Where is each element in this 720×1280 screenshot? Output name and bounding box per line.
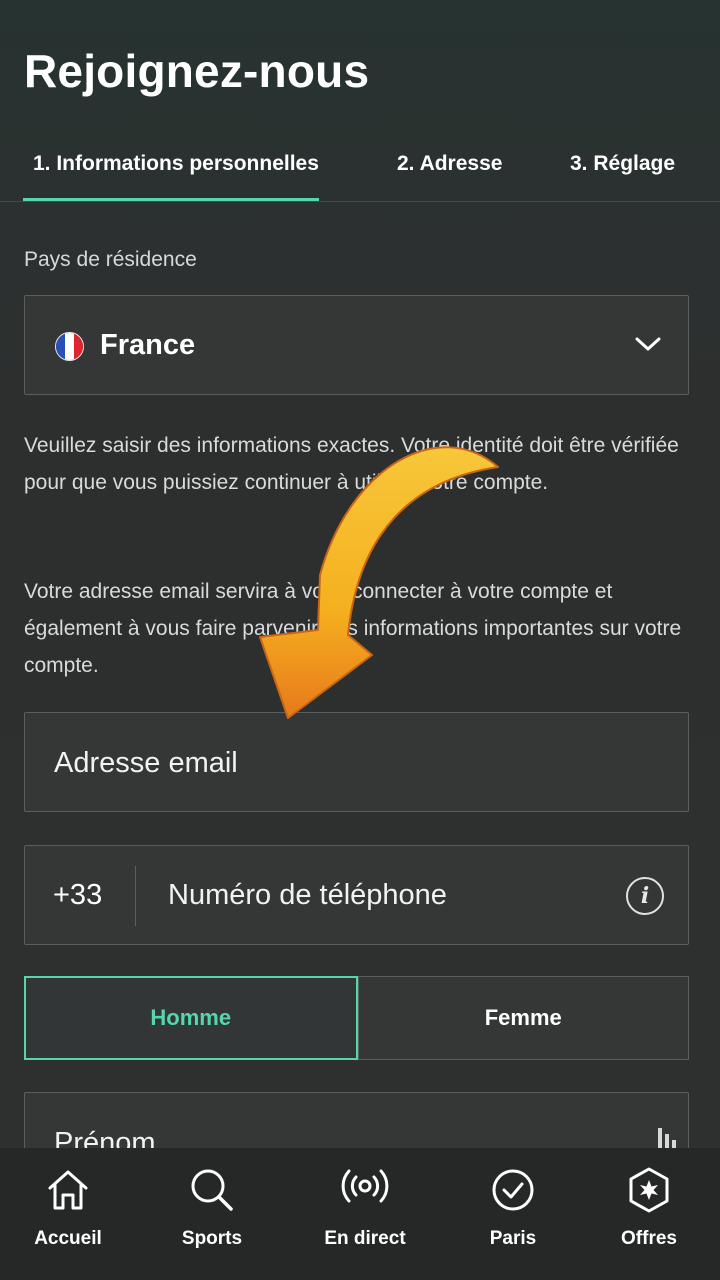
country-value: France (100, 329, 196, 361)
nav-item-offres[interactable]: Offres (584, 1148, 714, 1280)
info-paragraph-email: Votre adresse email servira à vous conne… (24, 580, 682, 677)
email-field[interactable]: Adresse email (24, 712, 689, 812)
gender-option-femme[interactable]: Femme (357, 977, 689, 1059)
country-select[interactable]: France (24, 295, 689, 395)
live-broadcast-icon (341, 1169, 389, 1203)
tab-settings[interactable]: 3. Réglage (570, 152, 675, 176)
nav-label-en-direct: En direct (324, 1228, 406, 1249)
phone-country-code[interactable]: +33 (53, 879, 102, 912)
phone-placeholder: Numéro de téléphone (168, 879, 447, 911)
bottom-navigation: Accueil Sports En direct Paris Offres (0, 1148, 720, 1280)
info-icon[interactable]: i (626, 877, 664, 915)
nav-item-paris[interactable]: Paris (448, 1148, 578, 1280)
phone-divider (135, 866, 136, 926)
tab-personal-info[interactable]: 1. Informations personnelles (23, 152, 319, 201)
nav-label-sports: Sports (181, 1228, 243, 1249)
tab-address[interactable]: 2. Adresse (397, 152, 502, 176)
search-icon (191, 1169, 233, 1211)
france-flag-icon (55, 332, 84, 361)
nav-item-sports[interactable]: Sports (147, 1148, 277, 1280)
info-paragraph-identity: Veuillez saisir des informations exactes… (24, 434, 679, 494)
page-title: Rejoignez-nous (24, 45, 370, 97)
home-icon (48, 1170, 88, 1210)
signup-screen: Rejoignez-nous 1. Informations personnel… (0, 0, 720, 1280)
step-tabs: 1. Informations personnelles 2. Adresse … (0, 130, 720, 202)
offers-badge-icon (629, 1167, 669, 1213)
chevron-down-icon (635, 337, 661, 351)
nav-label-paris: Paris (489, 1228, 537, 1249)
phone-field[interactable]: +33 Numéro de téléphone i (24, 845, 689, 945)
email-placeholder: Adresse email (54, 747, 238, 779)
gender-selector: Homme Femme (24, 976, 689, 1060)
country-label: Pays de résidence (24, 248, 197, 271)
nav-label-accueil: Accueil (34, 1228, 102, 1249)
check-circle-icon (492, 1169, 534, 1211)
nav-item-en-direct[interactable]: En direct (300, 1148, 430, 1280)
gender-option-homme[interactable]: Homme (24, 976, 358, 1060)
nav-label-offres: Offres (621, 1228, 677, 1249)
nav-item-accueil[interactable]: Accueil (3, 1148, 133, 1280)
